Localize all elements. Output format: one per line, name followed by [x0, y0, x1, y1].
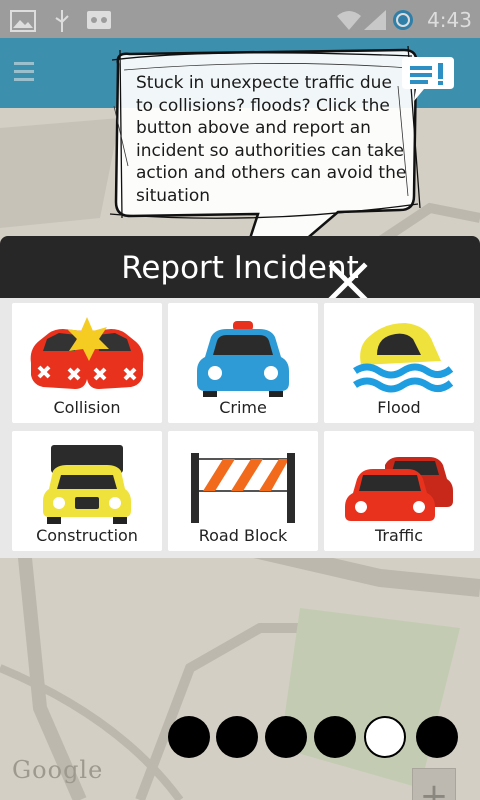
status-time: 4:43	[427, 8, 472, 32]
usb-icon	[55, 10, 69, 32]
pager-dot[interactable]	[416, 716, 458, 758]
alarm-icon	[393, 10, 413, 30]
pager-dot[interactable]	[314, 716, 356, 758]
police-car-icon	[197, 321, 289, 397]
image-icon	[10, 10, 36, 32]
traffic-icon	[345, 457, 453, 521]
pager-dot[interactable]	[364, 716, 406, 758]
collision-icon	[30, 317, 144, 389]
wifi-icon	[337, 11, 361, 30]
incident-crime-button[interactable]: Crime	[168, 303, 318, 423]
pager-dot[interactable]	[265, 716, 307, 758]
signal-icon	[364, 10, 386, 30]
zoom-in-button[interactable]: +	[412, 768, 456, 800]
incident-label: Crime	[219, 398, 267, 417]
flood-icon	[353, 323, 454, 393]
incident-collision-button[interactable]: Collision	[12, 303, 162, 423]
menu-icon[interactable]	[14, 62, 34, 84]
close-icon[interactable]	[328, 262, 368, 302]
incident-flood-button[interactable]: Flood	[324, 303, 474, 423]
incident-construction-button[interactable]: Construction	[12, 431, 162, 551]
road-block-icon	[191, 453, 295, 523]
incident-label: Road Block	[198, 526, 288, 545]
dialog-title: Report Incident	[121, 250, 359, 286]
status-bar: 4:43	[0, 0, 480, 38]
google-attribution: Google	[12, 756, 104, 784]
incident-label: Traffic	[374, 526, 424, 545]
incident-label: Collision	[53, 398, 121, 417]
incident-label: Flood	[377, 398, 421, 417]
tutorial-text: Stuck in unexpecte traffic due to collis…	[136, 73, 407, 206]
incident-road-block-button[interactable]: Road Block	[168, 431, 318, 551]
incident-label: Construction	[36, 526, 138, 545]
pager-dot[interactable]	[168, 716, 210, 758]
pager-dot[interactable]	[216, 716, 258, 758]
voicemail-icon	[87, 11, 111, 29]
incident-traffic-button[interactable]: Traffic	[324, 431, 474, 551]
construction-truck-icon	[43, 445, 131, 524]
tutorial-pager	[168, 716, 468, 760]
chat-report-icon[interactable]	[400, 55, 456, 103]
